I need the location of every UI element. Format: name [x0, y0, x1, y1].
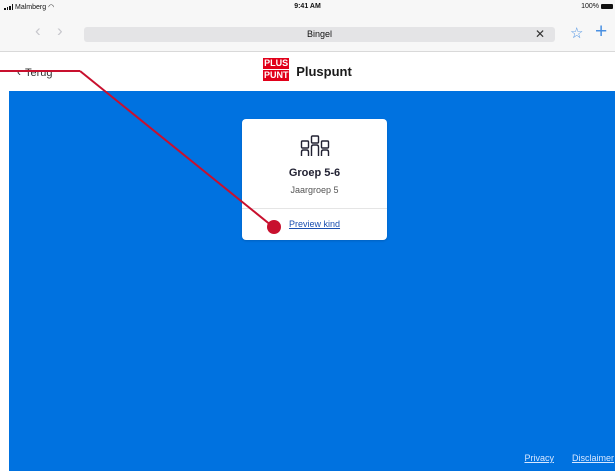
star-icon[interactable]: ☆ — [570, 24, 583, 42]
battery-percentage: 100% — [581, 3, 599, 10]
main-content: Groep 5-6 Jaargroep 5 Preview kind Priva… — [0, 91, 615, 471]
card-divider — [242, 208, 387, 209]
status-bar: Malmberg ◠ 9:41 AM 100% — [0, 0, 615, 13]
plus-icon[interactable]: + — [595, 20, 607, 44]
left-edge — [0, 91, 9, 471]
battery-icon — [601, 4, 613, 9]
group-icon — [300, 135, 330, 156]
app-window: Malmberg ◠ 9:41 AM 100% ‹ › Bingel ✕ ☆ +… — [0, 0, 615, 471]
group-card[interactable]: Groep 5-6 Jaargroep 5 Preview kind — [242, 119, 387, 240]
privacy-link[interactable]: Privacy — [524, 453, 554, 463]
card-subtitle: Jaargroep 5 — [290, 185, 339, 195]
brand: PLUS PUNT Pluspunt — [0, 58, 615, 84]
address-bar[interactable]: Bingel ✕ — [84, 27, 555, 42]
status-right: 100% — [581, 3, 613, 10]
app-header: ‹ Terug PLUS PUNT Pluspunt — [0, 52, 615, 90]
card-title: Groep 5-6 — [288, 167, 341, 179]
brand-name: Pluspunt — [296, 63, 352, 79]
address-text: Bingel — [306, 29, 333, 39]
footer-links: Privacy Disclaimer — [524, 453, 614, 463]
status-time: 9:41 AM — [294, 3, 321, 10]
disclaimer-link[interactable]: Disclaimer — [572, 453, 614, 463]
chevron-right-icon[interactable]: › — [57, 21, 63, 41]
chevron-left-icon[interactable]: ‹ — [35, 21, 41, 41]
pluspunt-logo: PLUS PUNT — [263, 58, 290, 81]
close-icon[interactable]: ✕ — [535, 27, 545, 42]
preview-kind-link[interactable]: Preview kind — [242, 219, 387, 229]
browser-toolbar: ‹ › Bingel ✕ ☆ + — [0, 13, 615, 52]
